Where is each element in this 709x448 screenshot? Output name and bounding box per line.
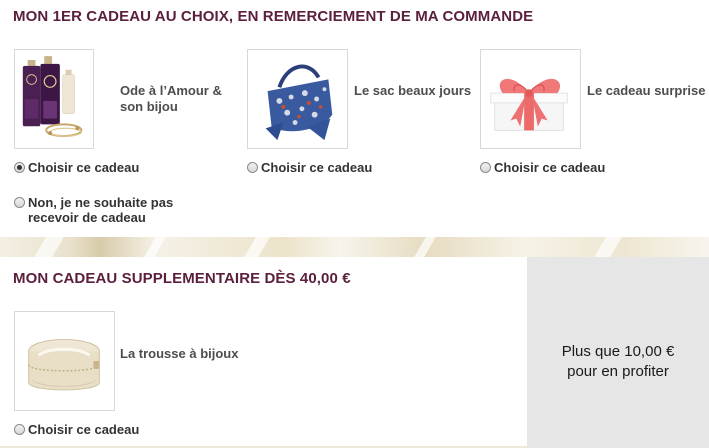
radio-selected-icon[interactable] <box>14 162 25 173</box>
radio-unselected-icon[interactable] <box>480 162 491 173</box>
radio-unselected-icon[interactable] <box>14 424 25 435</box>
threshold-panel: Plus que 10,00 € pour en profiter <box>527 257 709 448</box>
gift-2-image[interactable] <box>247 49 348 149</box>
gift-4-image[interactable] <box>14 311 115 411</box>
gift-2-radio[interactable]: Choisir ce cadeau <box>247 160 372 175</box>
gift-2-label: Le sac beaux jours <box>354 83 472 98</box>
gift-box-image <box>481 50 580 148</box>
gift-4-radio[interactable]: Choisir ce cadeau <box>14 422 139 437</box>
remaining-amount-message: Plus que 10,00 € pour en profiter <box>561 343 675 380</box>
perfume-bottles-bracelet-image <box>15 50 93 148</box>
gift-3-radio[interactable]: Choisir ce cadeau <box>480 160 605 175</box>
section-2-title: MON CADEAU SUPPLEMENTAIRE DÈS 40,00 € <box>13 270 351 287</box>
gift-3-label: Le cadeau surprise <box>587 83 706 98</box>
gift-3-image[interactable] <box>480 49 581 149</box>
decorative-divider-band <box>0 237 709 257</box>
floral-bag-image <box>248 50 347 148</box>
gift-1-image[interactable] <box>14 49 94 149</box>
gift-1-label: Ode à l’Amour & son bijou <box>120 83 222 114</box>
jewelry-case-image <box>15 312 114 410</box>
gift-4-label: La trousse à bijoux <box>120 346 239 361</box>
no-gift-radio[interactable]: Non, je ne souhaite pas recevoir de cade… <box>14 195 173 225</box>
supplementary-gift-section: MON CADEAU SUPPLEMENTAIRE DÈS 40,00 € La… <box>0 257 527 448</box>
gift-1-radio[interactable]: Choisir ce cadeau <box>14 160 139 175</box>
section-1-title: MON 1ER CADEAU AU CHOIX, EN REMERCIEMENT… <box>13 8 534 25</box>
radio-unselected-icon[interactable] <box>247 162 258 173</box>
radio-unselected-icon[interactable] <box>14 197 25 208</box>
